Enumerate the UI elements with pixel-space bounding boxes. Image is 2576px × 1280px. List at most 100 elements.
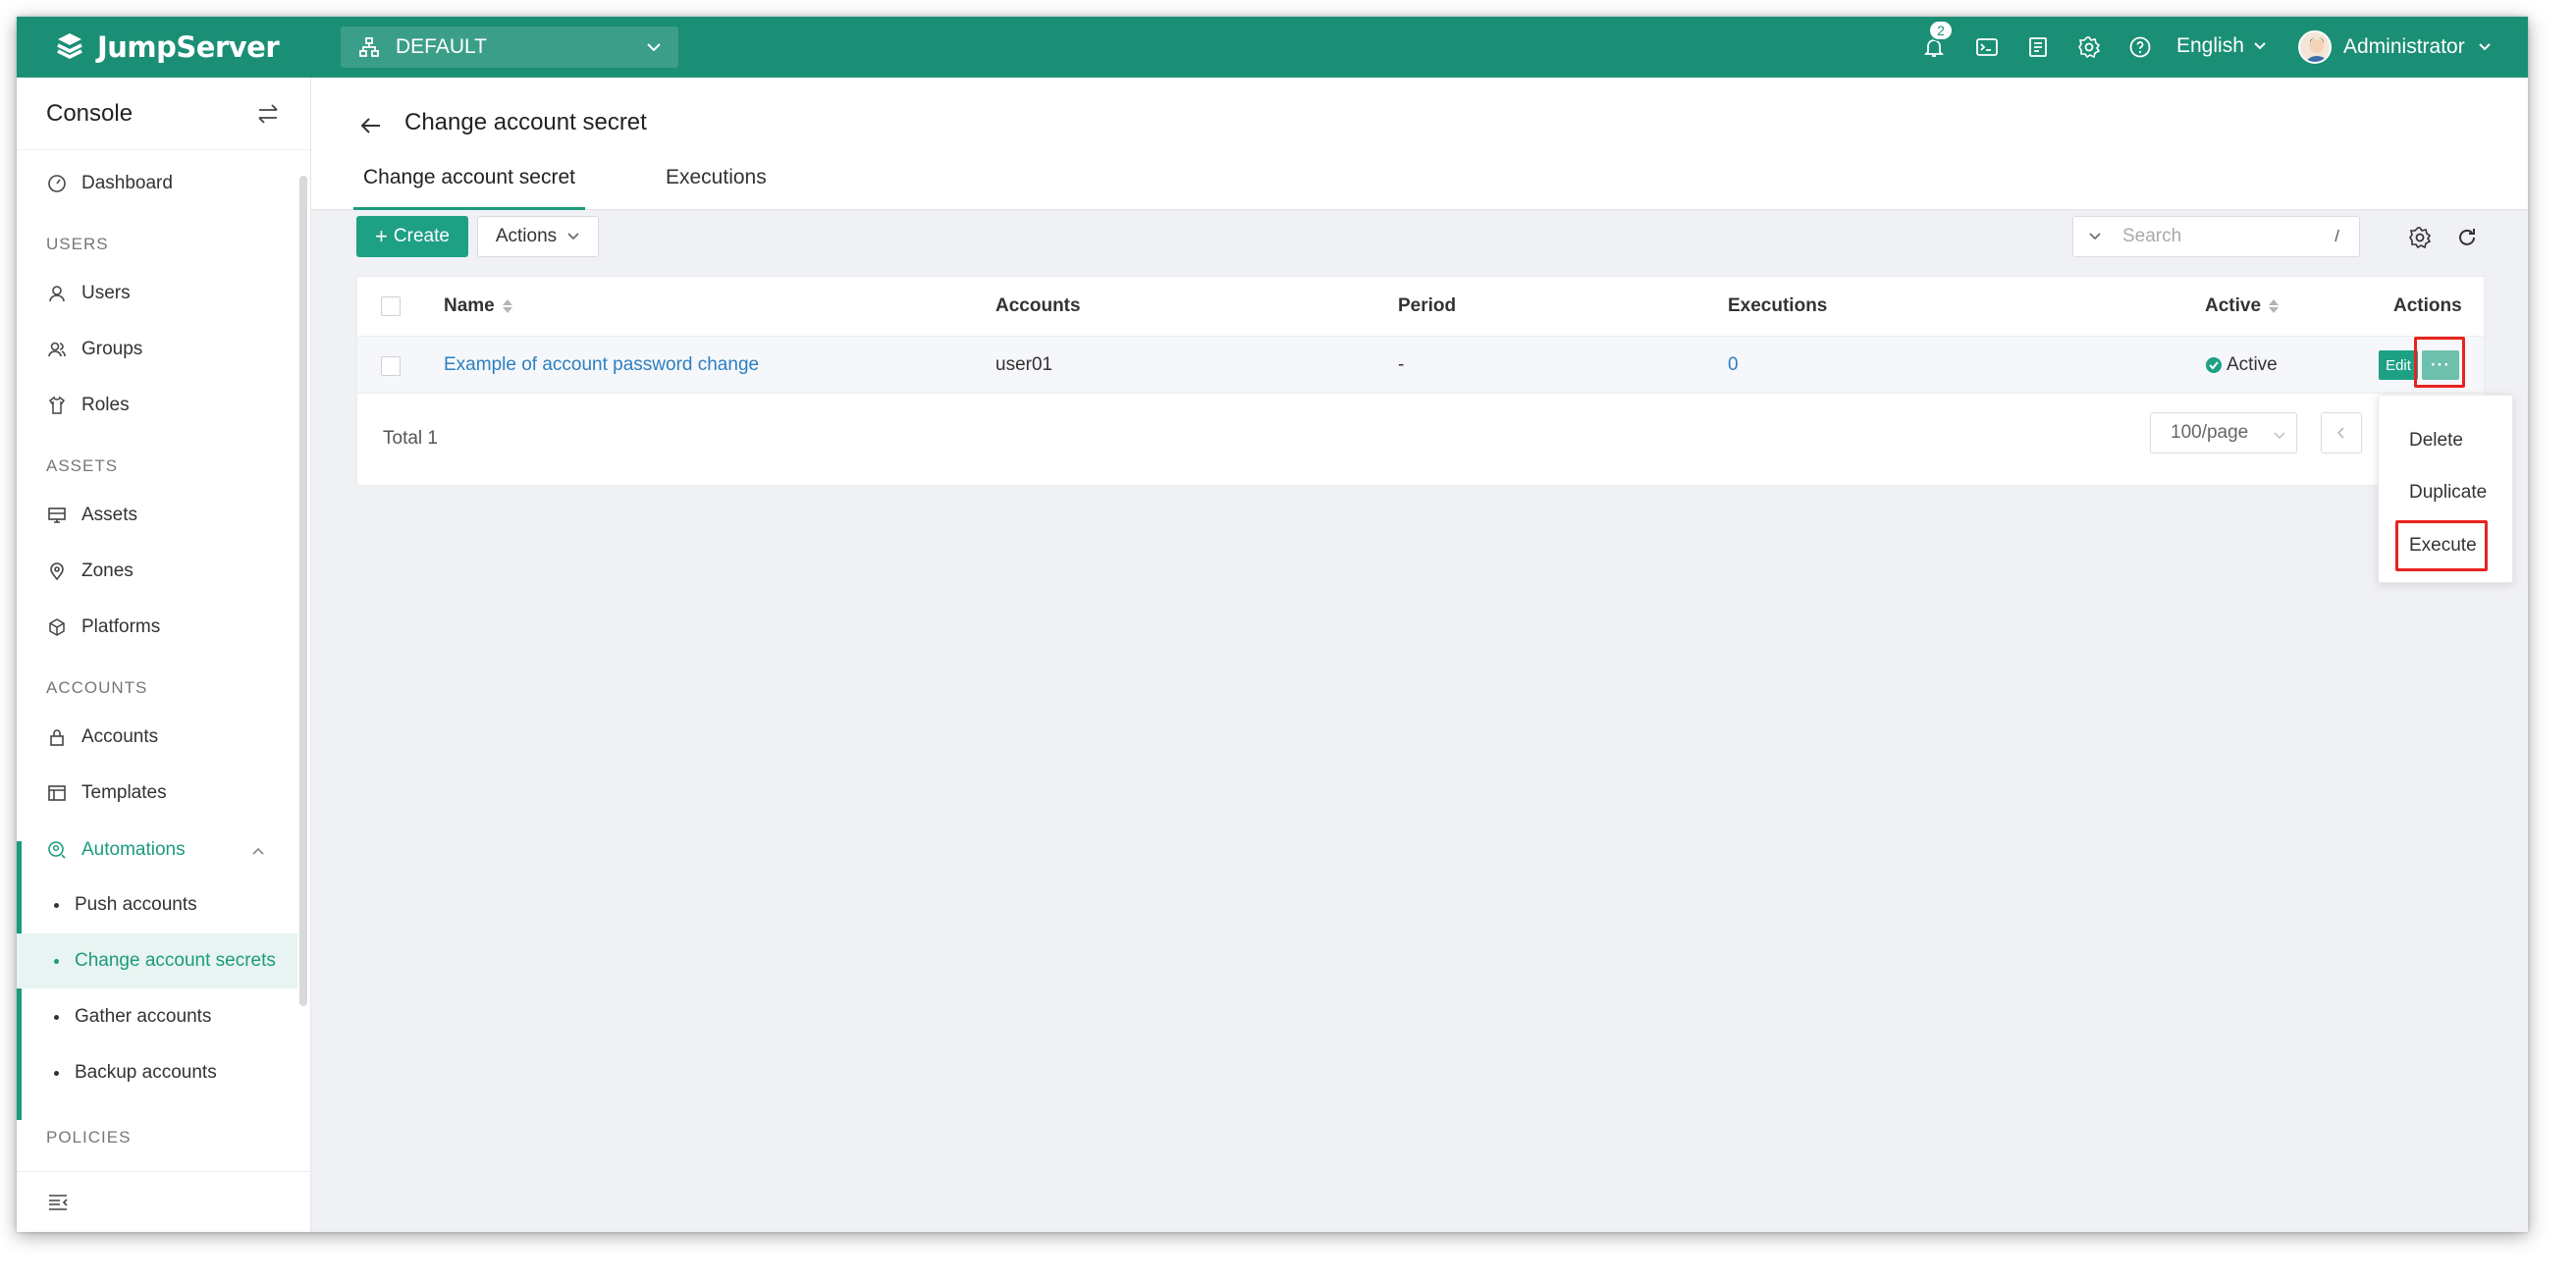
check-circle-icon: [2206, 357, 2222, 373]
sidebar-subitem-label: Change account secrets: [75, 950, 276, 971]
user-icon: [46, 283, 68, 304]
menu-item-duplicate[interactable]: Duplicate: [2379, 468, 2514, 517]
sidebar-item-dashboard[interactable]: Dashboard: [17, 156, 297, 211]
table-row: Example of account password change user0…: [357, 337, 2484, 394]
column-header-active[interactable]: Active: [2205, 277, 2280, 336]
sidebar-item-templates[interactable]: Templates: [17, 766, 297, 821]
chevron-down-icon: [2254, 42, 2266, 50]
tickets-icon[interactable]: [2025, 34, 2051, 60]
sidebar-group-users: USERS: [46, 235, 109, 253]
notification-badge: 2: [1928, 20, 1954, 41]
menu-item-delete[interactable]: Delete: [2379, 416, 2514, 465]
page-header: Change account secret Change account sec…: [311, 78, 2528, 210]
language-label: English: [2176, 34, 2244, 57]
logo[interactable]: JumpServer: [52, 28, 280, 66]
lock-icon: [46, 726, 68, 748]
sidebar-scrollbar[interactable]: [299, 176, 307, 1006]
sidebar-subitem-change-account-secrets[interactable]: Change account secrets: [17, 933, 297, 988]
sidebar-footer: [17, 1171, 311, 1232]
refresh-icon[interactable]: [2455, 226, 2479, 249]
row-name-link[interactable]: Example of account password change: [444, 337, 759, 394]
row-checkbox[interactable]: [381, 356, 401, 376]
total-count: Total 1: [383, 428, 438, 449]
column-header-actions: Actions: [2393, 295, 2462, 316]
sidebar-group-policies: POLICIES: [46, 1128, 132, 1147]
sidebar-subitem-push-accounts[interactable]: Push accounts: [17, 878, 297, 933]
sidebar-item-groups[interactable]: Groups: [17, 322, 297, 377]
tab-executions[interactable]: Executions: [666, 166, 767, 210]
help-icon[interactable]: [2127, 34, 2153, 60]
avatar: [2298, 30, 2332, 64]
search-placeholder: Search: [2122, 226, 2182, 246]
back-arrow-icon[interactable]: [358, 113, 384, 138]
automation-icon: [46, 839, 68, 861]
plus-icon: +: [375, 224, 388, 248]
actions-label: Actions: [495, 226, 558, 246]
sidebar-item-label: Zones: [81, 560, 134, 581]
switch-view-icon[interactable]: [255, 101, 281, 127]
collapse-menu-icon[interactable]: [46, 1191, 70, 1214]
status-label: Active: [2227, 354, 2278, 375]
sidebar-item-label: Roles: [81, 395, 130, 415]
role-shirt-icon: [46, 395, 68, 416]
sidebar-item-label: Dashboard: [81, 173, 173, 193]
organization-selector[interactable]: DEFAULT: [341, 27, 678, 68]
bullet-dot: [54, 902, 59, 908]
page-title: Change account secret: [404, 109, 647, 135]
settings-gear-icon[interactable]: [2076, 34, 2102, 60]
sidebar-item-automations[interactable]: Automations: [17, 823, 297, 878]
sidebar-title: Console: [46, 99, 134, 127]
create-label: Create: [393, 226, 450, 246]
column-header-label: Active: [2205, 295, 2262, 316]
create-button[interactable]: + Create: [356, 216, 468, 257]
row-period: -: [1398, 354, 1405, 375]
sidebar-group-assets: ASSETS: [46, 456, 119, 475]
table-settings-icon[interactable]: [2408, 226, 2432, 249]
user-name: Administrator: [2343, 35, 2465, 58]
sidebar-item-assets[interactable]: Assets: [17, 488, 297, 543]
search-input[interactable]: Search /: [2072, 216, 2360, 257]
row-active-status: Active: [2205, 337, 2278, 394]
select-all-checkbox[interactable]: [381, 296, 401, 316]
sidebar-item-label: Automations: [81, 839, 186, 860]
user-menu[interactable]: Administrator: [2298, 30, 2493, 64]
page-size-select[interactable]: 100/page: [2150, 412, 2297, 453]
sidebar-item-label: Groups: [81, 339, 143, 359]
page-size-label: 100/page: [2171, 422, 2249, 443]
template-icon: [46, 782, 68, 804]
chevron-down-icon: [2274, 432, 2285, 439]
language-selector[interactable]: English: [2176, 34, 2268, 58]
chevron-up-icon: [252, 847, 264, 855]
monitor-icon: [46, 505, 68, 526]
sidebar-item-zones[interactable]: Zones: [17, 544, 297, 599]
row-executions-link[interactable]: 0: [1728, 337, 1739, 394]
app-window: JumpServer DEFAULT 2 English Administrat…: [17, 17, 2528, 1232]
edit-button[interactable]: Edit: [2379, 350, 2418, 380]
prev-page-button[interactable]: [2321, 412, 2362, 453]
sidebar-subitem-label: Push accounts: [75, 894, 197, 915]
actions-dropdown-button[interactable]: Actions: [477, 216, 599, 257]
bullet-dot: [54, 958, 59, 964]
sidebar-header: Console: [17, 78, 310, 150]
row-accounts: user01: [995, 354, 1053, 375]
tab-change-account-secret[interactable]: Change account secret: [353, 166, 585, 210]
chevron-down-icon: [567, 233, 579, 240]
highlight-box: [2395, 520, 2488, 571]
sidebar-item-accounts[interactable]: Accounts: [17, 710, 297, 765]
sidebar-item-roles[interactable]: Roles: [17, 378, 297, 433]
sidebar-item-platforms[interactable]: Platforms: [17, 600, 297, 655]
sort-icon: [2269, 299, 2280, 313]
column-header-period: Period: [1398, 295, 1457, 316]
jumpserver-logo-icon: [57, 33, 82, 59]
sidebar-item-users[interactable]: Users: [17, 266, 297, 321]
location-pin-icon: [46, 560, 68, 582]
sort-icon: [502, 299, 512, 313]
chevron-down-icon: [2478, 43, 2491, 51]
sidebar-subitem-gather-accounts[interactable]: Gather accounts: [17, 989, 297, 1044]
column-header-label: Name: [444, 295, 495, 316]
sidebar-subitem-backup-accounts[interactable]: Backup accounts: [17, 1045, 297, 1100]
column-header-executions: Executions: [1728, 295, 1828, 316]
highlight-box: [2414, 337, 2465, 388]
column-header-name[interactable]: Name: [444, 277, 512, 336]
terminal-icon[interactable]: [1974, 34, 2000, 60]
